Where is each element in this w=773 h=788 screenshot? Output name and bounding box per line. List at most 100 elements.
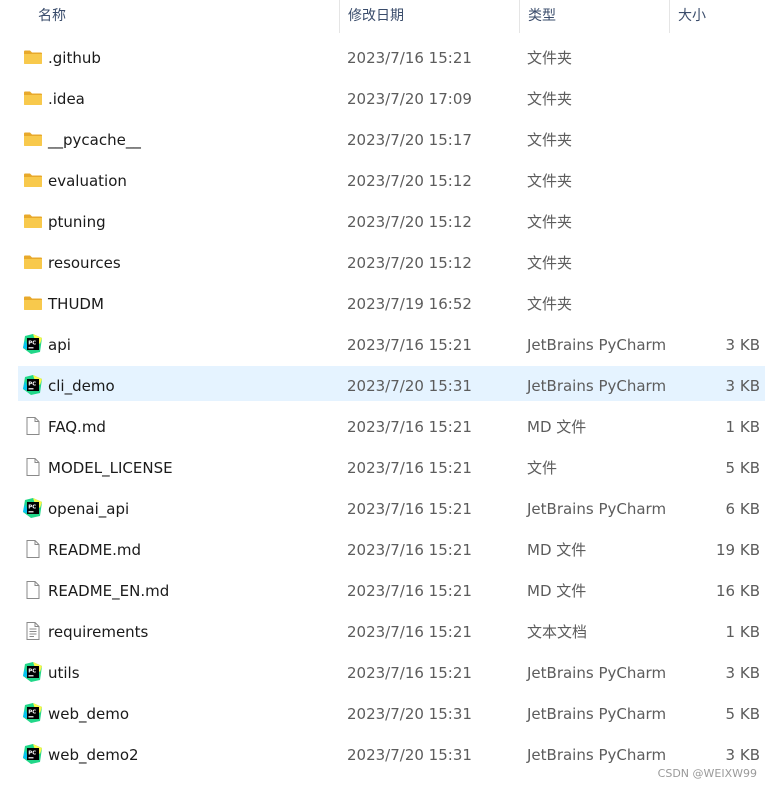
svg-text:PC: PC [28, 669, 36, 675]
file-modified: 2023/7/16 15:21 [347, 336, 472, 354]
folder-icon [23, 129, 43, 149]
file-icon [23, 416, 43, 436]
file-modified: 2023/7/20 15:12 [347, 213, 472, 231]
file-modified: 2023/7/20 15:31 [347, 746, 472, 764]
file-row[interactable]: THUDM 2023/7/19 16:52 文件夹 [0, 284, 773, 325]
file-size: 3 KB [725, 336, 760, 354]
file-name: __pycache__ [48, 131, 141, 149]
file-type: MD 文件 [527, 541, 587, 559]
file-name: web_demo [48, 705, 130, 723]
folder-icon [23, 88, 43, 108]
file-modified: 2023/7/20 15:31 [347, 705, 472, 723]
file-modified: 2023/7/16 15:21 [347, 418, 472, 436]
file-name: ptuning [48, 213, 106, 231]
file-type: 文件夹 [527, 213, 573, 231]
file-row[interactable]: PC openai_api 2023/7/16 15:21 JetBrains … [0, 489, 773, 530]
folder-icon [23, 47, 43, 67]
file-type: 文件夹 [527, 295, 573, 313]
file-modified: 2023/7/16 15:21 [347, 500, 472, 518]
text-document-icon [23, 621, 43, 641]
file-row[interactable]: PC web_demo 2023/7/20 15:31 JetBrains Py… [0, 694, 773, 735]
folder-icon [23, 252, 43, 272]
file-modified: 2023/7/16 15:21 [347, 623, 472, 641]
file-size: 5 KB [725, 705, 760, 723]
file-name: openai_api [48, 500, 130, 518]
svg-text:PC: PC [28, 382, 36, 388]
file-type: JetBrains PyCharm [527, 377, 667, 395]
file-modified: 2023/7/20 15:17 [347, 131, 472, 149]
file-type: 文本文档 [527, 623, 588, 641]
svg-text:PC: PC [28, 341, 36, 347]
file-modified: 2023/7/20 17:09 [347, 90, 472, 108]
file-type: MD 文件 [527, 418, 587, 436]
column-header-type[interactable]: 类型 [520, 0, 670, 33]
file-size: 3 KB [725, 377, 760, 395]
file-type: JetBrains PyCharm [527, 746, 667, 764]
column-header-size[interactable]: 大小 [670, 0, 773, 33]
file-modified: 2023/7/19 16:52 [347, 295, 472, 313]
watermark: CSDN @WEIXW99 [657, 767, 757, 780]
file-name: THUDM [48, 295, 104, 313]
svg-text:PC: PC [28, 751, 36, 757]
file-name: .idea [48, 90, 85, 108]
file-size: 3 KB [725, 664, 760, 682]
pycharm-icon: PC [23, 498, 43, 518]
file-row[interactable]: requirements 2023/7/16 15:21 文本文档 1 KB [0, 612, 773, 653]
file-size: 16 KB [716, 582, 760, 600]
file-row[interactable]: README.md 2023/7/16 15:21 MD 文件 19 KB [0, 530, 773, 571]
pycharm-icon: PC [23, 703, 43, 723]
file-icon [23, 539, 43, 559]
file-row[interactable]: PC api 2023/7/16 15:21 JetBrains PyCharm… [0, 325, 773, 366]
file-name: web_demo2 [48, 746, 139, 764]
file-type: 文件夹 [527, 49, 573, 67]
file-row[interactable]: resources 2023/7/20 15:12 文件夹 [0, 243, 773, 284]
file-name: MODEL_LICENSE [48, 459, 173, 477]
column-header-modified[interactable]: 修改日期 [340, 0, 520, 33]
folder-icon [23, 211, 43, 231]
file-icon [23, 580, 43, 600]
file-name: resources [48, 254, 121, 272]
file-name: FAQ.md [48, 418, 106, 436]
folder-icon [23, 170, 43, 190]
file-size: 19 KB [716, 541, 760, 559]
file-row[interactable]: FAQ.md 2023/7/16 15:21 MD 文件 1 KB [0, 407, 773, 448]
file-row[interactable]: PC cli_demo 2023/7/20 15:31 JetBrains Py… [0, 366, 773, 407]
file-name: api [48, 336, 71, 354]
file-size: 6 KB [725, 500, 760, 518]
file-type: 文件 [527, 459, 558, 477]
file-size: 1 KB [725, 623, 760, 641]
file-modified: 2023/7/20 15:12 [347, 254, 472, 272]
file-type: 文件夹 [527, 90, 573, 108]
file-name: evaluation [48, 172, 127, 190]
file-row[interactable]: PC utils 2023/7/16 15:21 JetBrains PyCha… [0, 653, 773, 694]
file-row[interactable]: .github 2023/7/16 15:21 文件夹 [0, 38, 773, 79]
file-type: JetBrains PyCharm [527, 705, 667, 723]
column-header-name[interactable]: 名称 [30, 0, 340, 33]
file-row[interactable]: MODEL_LICENSE 2023/7/16 15:21 文件 5 KB [0, 448, 773, 489]
svg-text:PC: PC [28, 505, 36, 511]
file-name: README_EN.md [48, 582, 170, 600]
pycharm-icon: PC [23, 744, 43, 764]
file-modified: 2023/7/16 15:21 [347, 664, 472, 682]
file-row[interactable]: ptuning 2023/7/20 15:12 文件夹 [0, 202, 773, 243]
file-type: 文件夹 [527, 172, 573, 190]
file-type: JetBrains PyCharm [527, 500, 667, 518]
pycharm-icon: PC [23, 375, 43, 395]
file-row[interactable]: evaluation 2023/7/20 15:12 文件夹 [0, 161, 773, 202]
file-modified: 2023/7/20 15:12 [347, 172, 472, 190]
file-icon [23, 457, 43, 477]
file-type: JetBrains PyCharm [527, 664, 667, 682]
file-row[interactable]: README_EN.md 2023/7/16 15:21 MD 文件 16 KB [0, 571, 773, 612]
column-header-name-label: 名称 [38, 8, 66, 24]
pycharm-icon: PC [23, 662, 43, 682]
column-header-size-label: 大小 [678, 8, 706, 24]
file-name: utils [48, 664, 80, 682]
file-row[interactable]: .idea 2023/7/20 17:09 文件夹 [0, 79, 773, 120]
file-row[interactable]: __pycache__ 2023/7/20 15:17 文件夹 [0, 120, 773, 161]
pycharm-icon: PC [23, 334, 43, 354]
folder-icon [23, 293, 43, 313]
file-type: 文件夹 [527, 131, 573, 149]
file-type: MD 文件 [527, 582, 587, 600]
file-type: JetBrains PyCharm [527, 336, 667, 354]
column-header-modified-label: 修改日期 [348, 8, 404, 24]
